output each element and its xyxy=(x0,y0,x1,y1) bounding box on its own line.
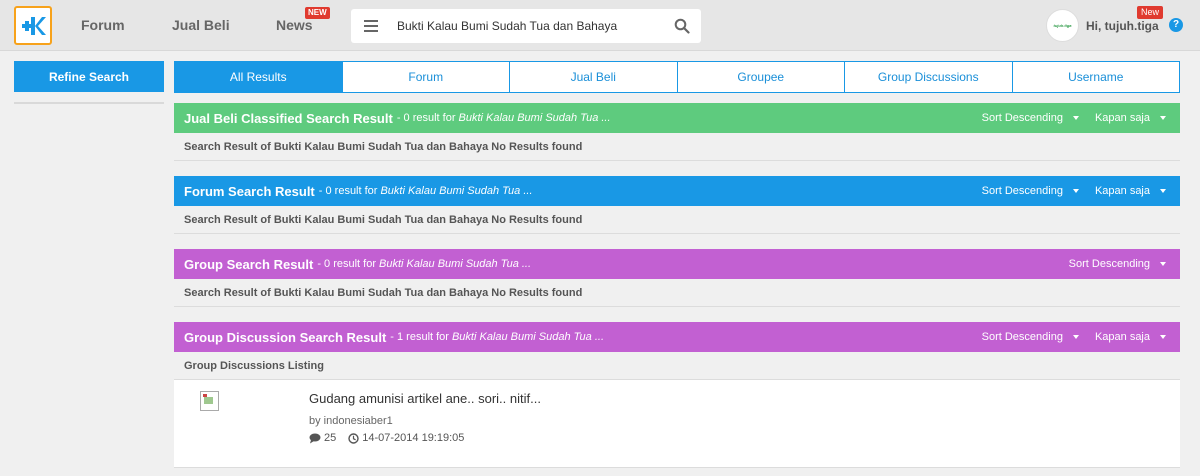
tab-forum[interactable]: Forum xyxy=(342,61,510,93)
section-header: Jual Beli Classified Search Result - 0 r… xyxy=(174,103,1180,133)
section-header: Group Discussion Search Result - 1 resul… xyxy=(174,322,1180,352)
nav-news[interactable]: News xyxy=(276,17,313,33)
result-query: Bukti Kalau Bumi Sudah Tua ... xyxy=(451,331,605,343)
broken-image-icon[interactable] xyxy=(200,391,219,411)
section-message: Search Result of Bukti Kalau Bumi Sudah … xyxy=(174,279,1180,307)
result-count: - 0 result for xyxy=(396,112,456,124)
tab-username[interactable]: Username xyxy=(1012,61,1180,93)
section-title: Forum Search Result xyxy=(184,183,315,199)
logo-k-icon xyxy=(22,16,46,35)
time-filter-dropdown[interactable]: Kapan saja xyxy=(1095,331,1166,343)
comment-count: 25 xyxy=(324,432,337,444)
tab-jual-beli[interactable]: Jual Beli xyxy=(510,61,678,93)
sort-dropdown[interactable]: Sort Descending xyxy=(1069,258,1166,270)
time-filter-dropdown[interactable]: Kapan saja xyxy=(1095,112,1166,124)
caret-down-icon xyxy=(1072,335,1079,339)
tab-group-discussions[interactable]: Group Discussions xyxy=(845,61,1013,93)
section-message: Search Result of Bukti Kalau Bumi Sudah … xyxy=(174,133,1180,161)
result-count: - 0 result for xyxy=(318,185,378,197)
result-count: - 1 result for xyxy=(390,331,449,343)
group-discussion-result-section: Group Discussion Search Result - 1 resul… xyxy=(174,322,1180,380)
section-header: Forum Search Result - 0 result for Bukti… xyxy=(174,176,1180,206)
caret-down-icon xyxy=(1072,116,1079,120)
user-new-badge: New xyxy=(1137,6,1164,19)
nav-forum[interactable]: Forum xyxy=(81,17,125,33)
discussion-date: 14-07-2014 19:19:05 xyxy=(362,432,465,444)
section-header: Group Search Result - 0 result for Bukti… xyxy=(174,249,1180,279)
section-message: Group Discussions Listing xyxy=(174,352,1180,380)
nav-jual-beli[interactable]: Jual Beli xyxy=(172,17,230,33)
hamburger-menu-icon[interactable] xyxy=(364,20,378,32)
caret-down-icon xyxy=(1160,335,1166,339)
discussion-title-link[interactable]: Gudang amunisi artikel ane.. sori.. niti… xyxy=(309,391,541,406)
section-message: Search Result of Bukti Kalau Bumi Sudah … xyxy=(174,206,1180,234)
result-tabs: All Results Forum Jual Beli Groupee Grou… xyxy=(174,61,1180,93)
news-new-badge: NEW xyxy=(305,7,330,19)
section-title: Group Discussion Search Result xyxy=(184,329,387,345)
time-filter-dropdown[interactable]: Kapan saja xyxy=(1095,185,1166,197)
search-box xyxy=(351,9,701,43)
result-query: Bukti Kalau Bumi Sudah Tua ... xyxy=(380,185,533,197)
discussion-author: by indonesiaber1 xyxy=(309,415,393,427)
caret-down-icon xyxy=(1072,189,1079,193)
top-navbar: Forum Jual Beli News NEW tujuh.tiga Hi, … xyxy=(0,0,1200,51)
caret-down-icon xyxy=(1160,189,1166,193)
sort-dropdown[interactable]: Sort Descending xyxy=(982,331,1079,343)
clock-icon xyxy=(348,432,359,444)
result-count: - 0 result for xyxy=(317,258,376,270)
search-icon[interactable] xyxy=(674,18,690,34)
search-input[interactable] xyxy=(397,9,667,43)
forum-result-section: Forum Search Result - 0 result for Bukti… xyxy=(174,176,1180,234)
comment-icon xyxy=(309,433,321,443)
sort-dropdown[interactable]: Sort Descending xyxy=(982,112,1079,124)
jual-beli-result-section: Jual Beli Classified Search Result - 0 r… xyxy=(174,103,1180,161)
user-avatar[interactable]: tujuh.tiga xyxy=(1046,9,1079,42)
help-icon[interactable]: ? xyxy=(1169,18,1183,32)
kaskus-logo[interactable] xyxy=(14,6,52,45)
result-query: Bukti Kalau Bumi Sudah Tua ... xyxy=(379,258,532,270)
list-item: Gudang amunisi artikel ane.. sori.. niti… xyxy=(174,380,1180,468)
sidebar-divider xyxy=(14,102,164,104)
refine-search-button[interactable]: Refine Search xyxy=(14,61,164,92)
tab-all-results[interactable]: All Results xyxy=(174,61,343,93)
caret-down-icon xyxy=(1160,116,1166,120)
section-title: Group Search Result xyxy=(184,256,314,272)
caret-down-icon xyxy=(1160,262,1166,266)
sort-dropdown[interactable]: Sort Descending xyxy=(982,185,1079,197)
discussion-meta: 25 14-07-2014 19:19:05 xyxy=(309,432,464,444)
group-result-section: Group Search Result - 0 result for Bukti… xyxy=(174,249,1180,307)
user-greeting[interactable]: Hi, tujuh.tiga xyxy=(1086,19,1159,33)
result-query: Bukti Kalau Bumi Sudah Tua ... xyxy=(458,112,611,124)
section-title: Jual Beli Classified Search Result xyxy=(184,110,393,126)
tab-groupee[interactable]: Groupee xyxy=(677,61,845,93)
